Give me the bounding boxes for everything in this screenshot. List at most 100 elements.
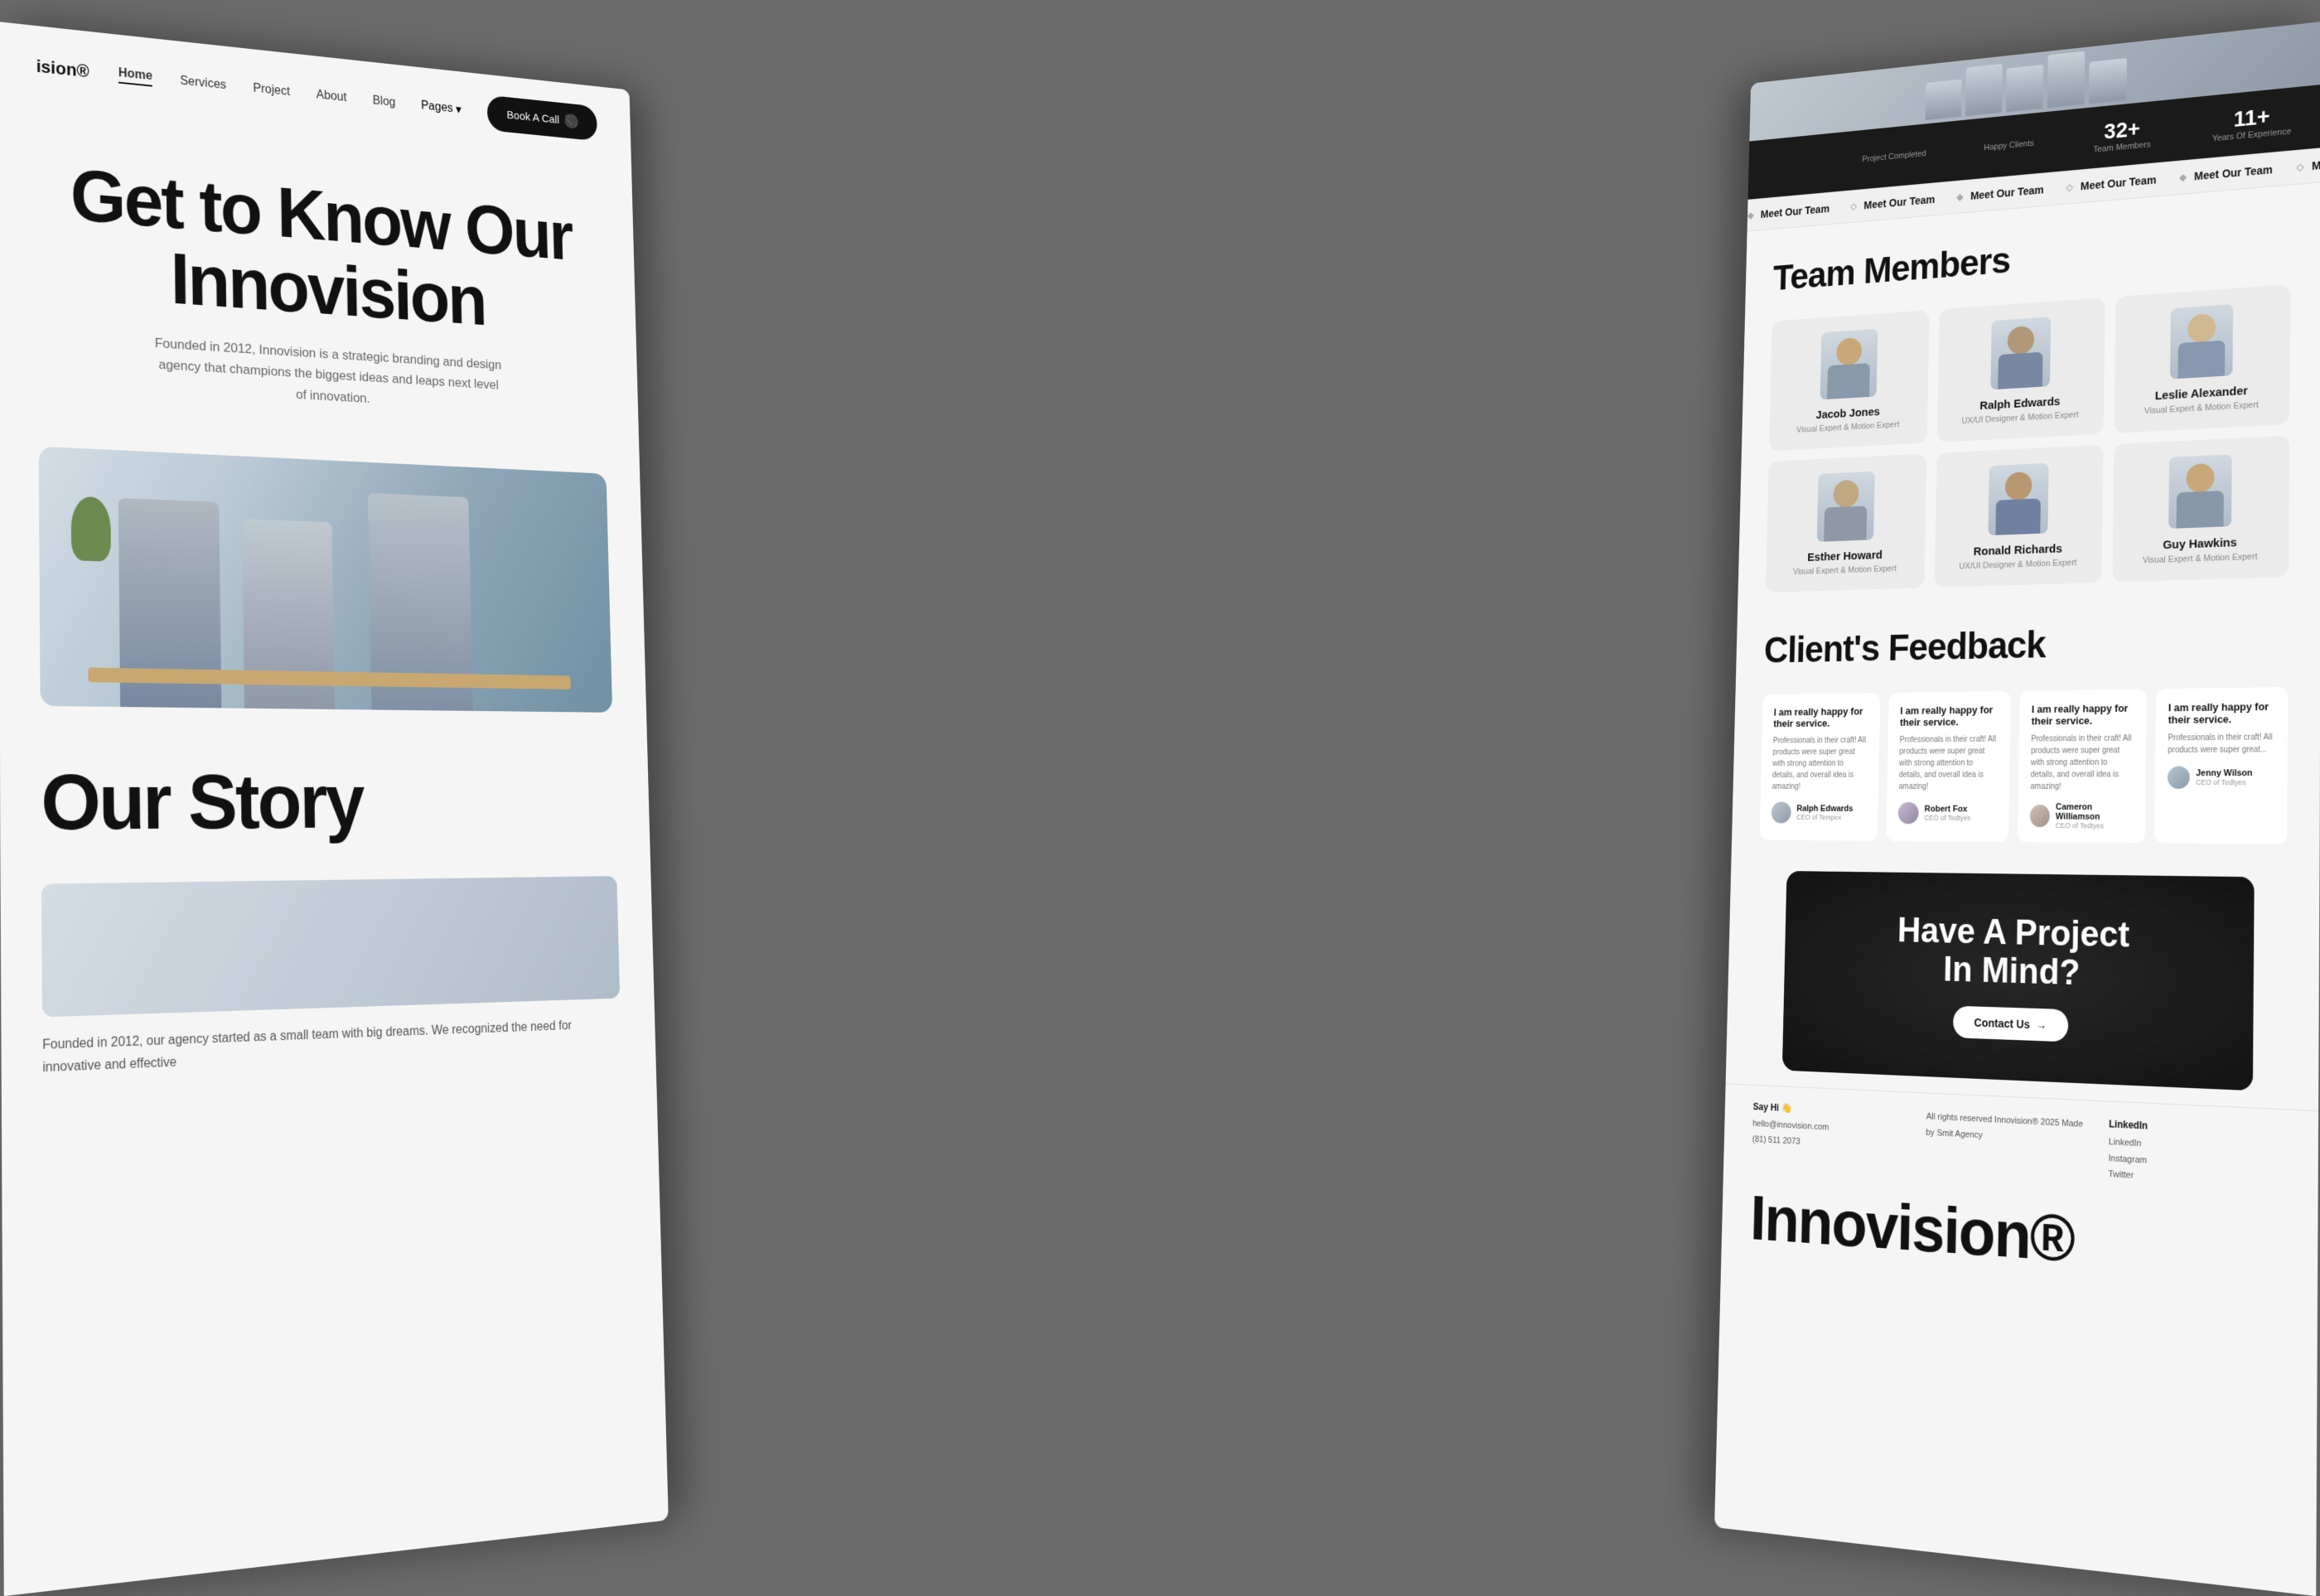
marquee-text-1: Meet Our Team xyxy=(1761,202,1829,220)
diamond-icon-2: ◇ xyxy=(1850,201,1857,211)
avatar-head-5 xyxy=(2186,463,2214,493)
feedback-title-1: I am really happy for their service. xyxy=(1900,704,1999,728)
nav-blog[interactable]: Blog xyxy=(373,94,396,110)
nav-logo: ision® xyxy=(36,56,89,82)
feedback-author-1: Robert Fox CEO of Tedtyes xyxy=(1898,802,1998,825)
nav-about[interactable]: About xyxy=(317,89,347,105)
contact-us-button[interactable]: Contact Us → xyxy=(1953,1005,2068,1042)
plant-decor xyxy=(71,496,111,561)
hero-section: Get to Know Our Innovision Founded in 20… xyxy=(0,104,640,453)
feedback-card-2: I am really happy for their service. Pro… xyxy=(2018,689,2147,843)
avatar-head-3 xyxy=(1833,480,1858,508)
left-panel: ision® Home Services Project About Blog … xyxy=(0,22,669,1596)
avatar-body-5 xyxy=(2177,491,2224,529)
author-name-2: Cameron Williamson xyxy=(2056,802,2133,822)
pages-label: Pages xyxy=(421,99,453,116)
team-card-3: Esther Howard Visual Expert & Motion Exp… xyxy=(1766,453,1927,592)
feedback-title-3: I am really happy for their service. xyxy=(2168,700,2275,726)
feedback-author-0: Ralph Edwards CEO of Tempex xyxy=(1771,802,1867,824)
avatar-head-4 xyxy=(2005,472,2032,501)
person-strip-3 xyxy=(2006,65,2043,112)
nav-project[interactable]: Project xyxy=(253,82,290,99)
feedback-text-0: Professionals in their craft! All produc… xyxy=(1771,735,1868,793)
avatar-head-1 xyxy=(2008,326,2035,355)
footer-grid: Say Hi 👋 hello@innovision.com (81) 511 2… xyxy=(1752,1100,2285,1193)
marquee-item-2: ◇ Meet Our Team xyxy=(1850,193,1935,212)
team-card-4: Ronald Richards UX/UI Designer & Motion … xyxy=(1935,445,2104,588)
stat-clients-label: Happy Clients xyxy=(1984,138,2034,152)
team-card-2: Leslie Alexander Visual Expert & Motion … xyxy=(2115,284,2291,433)
stat-clients: Happy Clients xyxy=(1984,138,2034,152)
our-story-title: Our Story xyxy=(41,763,616,842)
team-name-5: Guy Hawkins xyxy=(2128,534,2273,554)
feedback-text-2: Professionals in their craft! All produc… xyxy=(2030,733,2134,793)
nav-services[interactable]: Services xyxy=(180,75,226,93)
team-avatar-5 xyxy=(2168,454,2232,529)
author-info-2: Cameron Williamson CEO of Tedtyes xyxy=(2056,802,2133,829)
author-info-3: Jenny Wilson CEO of Tedtyes xyxy=(2196,768,2252,786)
contact-btn-label: Contact Us xyxy=(1974,1016,2030,1031)
team-section: Team Members Jacob Jones Visual Expert &… xyxy=(1738,182,2320,616)
marquee-text-6: Meet Our Team xyxy=(2312,152,2320,172)
project-cta-wrapper: Have A Project In Mind? Contact Us → xyxy=(1726,855,2320,1110)
avatar-body-1 xyxy=(1998,352,2042,389)
marquee-item-6: ◇ Meet Our Team xyxy=(2296,152,2320,174)
team-avatar-3 xyxy=(1817,472,1875,542)
arrow-icon: → xyxy=(2036,1018,2047,1031)
marquee-text-4: Meet Our Team xyxy=(2081,173,2157,192)
project-title-line1: Have A Project xyxy=(1897,911,2130,955)
author-info-1: Robert Fox CEO of Tedtyes xyxy=(1924,805,1970,822)
project-title: Have A Project In Mind? xyxy=(1813,910,2222,998)
author-avatar-1 xyxy=(1898,802,1919,824)
project-cta-section: Have A Project In Mind? Contact Us → xyxy=(1782,871,2255,1091)
author-avatar-2 xyxy=(2030,805,2050,827)
footer-copyright-text: All rights reserved Innovision® 2025 Mad… xyxy=(1926,1110,2093,1150)
avatar-head-2 xyxy=(2187,313,2216,343)
marquee-item-4: ◇ Meet Our Team xyxy=(2066,173,2156,193)
project-title-line2: In Mind? xyxy=(1943,950,2081,993)
book-call-label: Book A Call xyxy=(506,109,559,126)
diamond-icon-4: ◇ xyxy=(2066,181,2073,193)
avatar-body-0 xyxy=(1827,363,1870,399)
nav-links: Home Services Project About Blog Pages ▾ xyxy=(118,66,462,118)
author-title-0: CEO of Tempex xyxy=(1796,813,1853,821)
author-title-2: CEO of Tedtyes xyxy=(2056,821,2133,829)
feedback-author-2: Cameron Williamson CEO of Tedtyes xyxy=(2030,802,2133,829)
stat-experience: 11+ Years Of Experience xyxy=(2212,102,2292,144)
team-avatar-1 xyxy=(1990,317,2051,389)
feedback-title-2: I am really happy for their service. xyxy=(2032,702,2134,727)
nav-pages-dropdown[interactable]: Pages ▾ xyxy=(421,99,462,118)
person-strip-1 xyxy=(1926,80,1962,120)
book-call-button[interactable]: Book A Call 📞 xyxy=(487,95,597,142)
author-avatar-3 xyxy=(2168,767,2190,789)
team-role-4: UX/UI Designer & Motion Expert xyxy=(1950,558,2087,572)
feedback-text-1: Professionals in their craft! All produc… xyxy=(1898,733,1998,792)
marquee-item-3: ◆ Meet Our Team xyxy=(1956,183,2044,203)
team-card-1: Ralph Edwards UX/UI Designer & Motion Ex… xyxy=(1937,297,2105,443)
phone-icon: 📞 xyxy=(564,114,578,129)
author-title-1: CEO of Tedtyes xyxy=(1924,814,1970,822)
person-strip-2 xyxy=(1965,64,2003,116)
team-section-title: Team Members xyxy=(1772,217,2290,299)
team-name-4: Ronald Richards xyxy=(1950,541,2087,559)
team-card-0: Jacob Jones Visual Expert & Motion Exper… xyxy=(1769,310,1930,451)
footer-copyright: All rights reserved Innovision® 2025 Mad… xyxy=(1925,1110,2093,1183)
right-panel: Project Completed Happy Clients 32+ Team… xyxy=(1714,22,2320,1596)
person-strip-4 xyxy=(2047,51,2086,109)
nav-home[interactable]: Home xyxy=(118,66,152,87)
team-avatar-0 xyxy=(1820,329,1878,400)
author-name-1: Robert Fox xyxy=(1925,805,1971,815)
team-avatar-4 xyxy=(1988,463,2048,535)
team-card-5: Guy Hawkins Visual Expert & Motion Exper… xyxy=(2112,436,2289,583)
team-role-3: Visual Expert & Motion Expert xyxy=(1780,563,1910,577)
story-image xyxy=(41,876,620,1017)
avatar-body-4 xyxy=(1995,498,2041,534)
feedback-card-0: I am really happy for their service. Pro… xyxy=(1760,693,1881,841)
our-story-section: Our Story xyxy=(0,730,650,868)
footer-contact: Say Hi 👋 hello@innovision.com (81) 511 2… xyxy=(1752,1100,1912,1172)
story-image-bg xyxy=(41,876,620,1017)
diamond-icon-5: ◆ xyxy=(2179,172,2187,183)
feedback-section: Client's Feedback I am really happy for … xyxy=(1732,601,2320,862)
marquee-text-5: Meet Our Team xyxy=(2194,163,2273,182)
team-grid: Jacob Jones Visual Expert & Motion Exper… xyxy=(1766,284,2290,592)
